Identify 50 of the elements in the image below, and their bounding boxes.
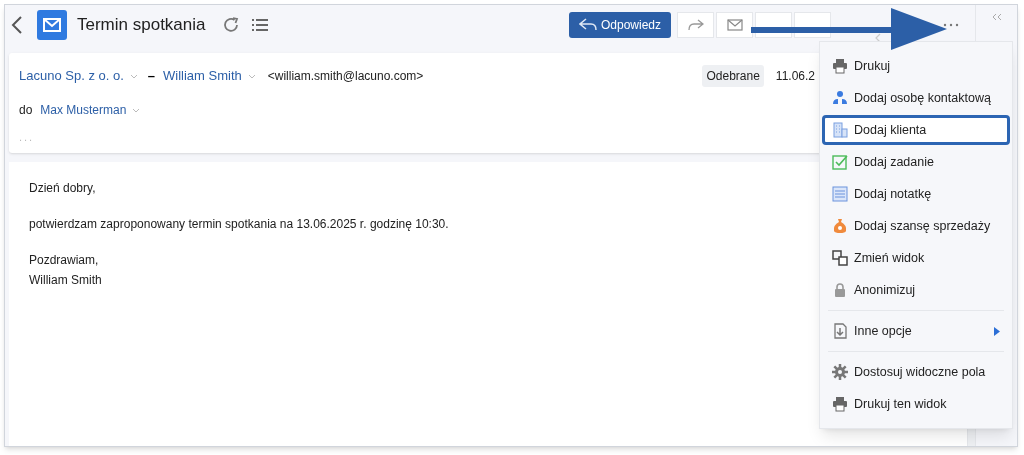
message-date: 11.06.2 bbox=[775, 68, 815, 85]
reply-button[interactable]: Odpowiedz bbox=[568, 12, 671, 38]
folder-badge: Odebrane bbox=[702, 65, 764, 87]
menu-item[interactable]: Dodaj klienta bbox=[822, 115, 1010, 145]
menu-item[interactable]: Dodaj notatkę bbox=[822, 179, 1010, 209]
menu-item[interactable]: Zmień widok bbox=[822, 243, 1010, 273]
more-icon[interactable] bbox=[943, 23, 959, 27]
printer-icon bbox=[832, 396, 848, 412]
sender-name-link[interactable]: William Smith bbox=[163, 66, 242, 86]
people-icon bbox=[832, 90, 848, 106]
envelope-icon bbox=[726, 19, 743, 31]
download-icon bbox=[832, 323, 848, 339]
mail-button[interactable] bbox=[716, 12, 753, 38]
menu-item[interactable]: Dostosuj widoczne pola bbox=[822, 357, 1010, 387]
lock-icon bbox=[832, 282, 848, 298]
message-paragraph: Pozdrawiam, William Smith bbox=[29, 252, 102, 289]
caret-icon[interactable] bbox=[132, 107, 141, 113]
caret-icon[interactable] bbox=[129, 73, 138, 79]
sender-company-link[interactable]: Lacuno Sp. z o. o. bbox=[19, 66, 124, 86]
envelope-icon bbox=[37, 10, 67, 40]
submenu-arrow-icon bbox=[994, 326, 1000, 336]
collapse-icon[interactable] bbox=[991, 13, 1002, 21]
separator-dash: – bbox=[147, 67, 156, 86]
message-title: Termin spotkania bbox=[77, 14, 206, 37]
recipient-link[interactable]: Max Musterman bbox=[40, 101, 127, 119]
menu-item[interactable]: Drukuj ten widok bbox=[822, 389, 1010, 419]
menu-item[interactable]: Dodaj szansę sprzedaży bbox=[822, 211, 1010, 241]
sender-email: <william.smith@lacuno.com> bbox=[267, 68, 424, 85]
checkbox-icon bbox=[832, 154, 848, 170]
message-paragraph: Dzień dobry, bbox=[29, 180, 96, 197]
forward-icon bbox=[687, 19, 704, 31]
to-label: do bbox=[19, 102, 33, 119]
forward-button[interactable] bbox=[677, 12, 714, 38]
building-icon bbox=[832, 122, 848, 138]
message-paragraph: potwierdzam zaproponowany termin spotkania na 13.06.2025 r. godzinę 10:30. bbox=[29, 216, 449, 233]
gear-icon bbox=[832, 364, 848, 380]
back-icon[interactable] bbox=[11, 15, 23, 35]
list-icon[interactable] bbox=[251, 17, 268, 33]
menu-item[interactable]: Drukuj bbox=[822, 51, 1010, 81]
money-bag-icon bbox=[832, 218, 848, 234]
switch-view-icon bbox=[832, 250, 848, 266]
printer-icon bbox=[832, 58, 848, 74]
menu-item[interactable]: Anonimizuj bbox=[822, 275, 1010, 305]
menu-item[interactable]: Dodaj osobę kontaktową bbox=[822, 83, 1010, 113]
menu-item[interactable]: Dodaj zadanie bbox=[822, 147, 1010, 177]
reply-icon bbox=[578, 18, 597, 32]
note-icon bbox=[832, 186, 848, 202]
caret-icon[interactable] bbox=[247, 73, 256, 79]
menu-item[interactable]: Inne opcje bbox=[822, 316, 1010, 346]
refresh-icon[interactable] bbox=[221, 16, 240, 34]
